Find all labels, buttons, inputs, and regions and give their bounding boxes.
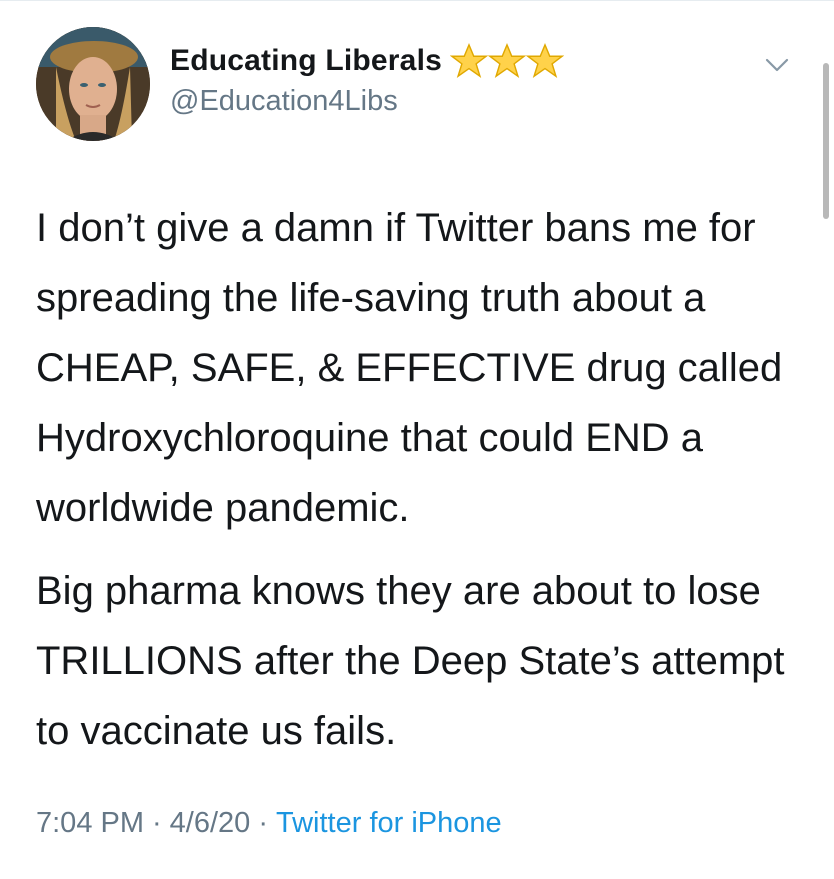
tweet-header: Educating Liberals @Education4Libs [36,27,804,147]
display-name[interactable]: Educating Liberals [170,44,442,78]
meta-separator: · [258,807,268,839]
tweet-date[interactable]: 4/6/20 [170,807,251,839]
chevron-down-icon[interactable] [764,55,790,75]
tweet-paragraph: I don’t give a damn if Twitter bans me f… [36,206,783,530]
star-icon [526,42,564,78]
tweet-body: I don’t give a damn if Twitter bans me f… [36,193,806,766]
avatar[interactable] [36,27,150,141]
badge-stars [450,42,564,80]
tweet-source-link[interactable]: Twitter for iPhone [276,807,502,839]
tweet-meta: 7:04 PM · 4/6/20 · Twitter for iPhone [36,807,502,840]
meta-separator: · [152,807,162,839]
tweet-card: Educating Liberals @Education4Libs I don… [0,0,834,879]
scrollbar[interactable] [823,63,829,219]
star-icon [450,42,488,78]
display-name-row: Educating Liberals [170,41,564,81]
star-icon [488,42,526,78]
name-block: Educating Liberals @Education4Libs [170,41,564,118]
tweet-paragraph: Big pharma knows they are about to lose … [36,569,785,753]
tweet-time[interactable]: 7:04 PM [36,807,144,839]
user-handle[interactable]: @Education4Libs [170,85,564,118]
